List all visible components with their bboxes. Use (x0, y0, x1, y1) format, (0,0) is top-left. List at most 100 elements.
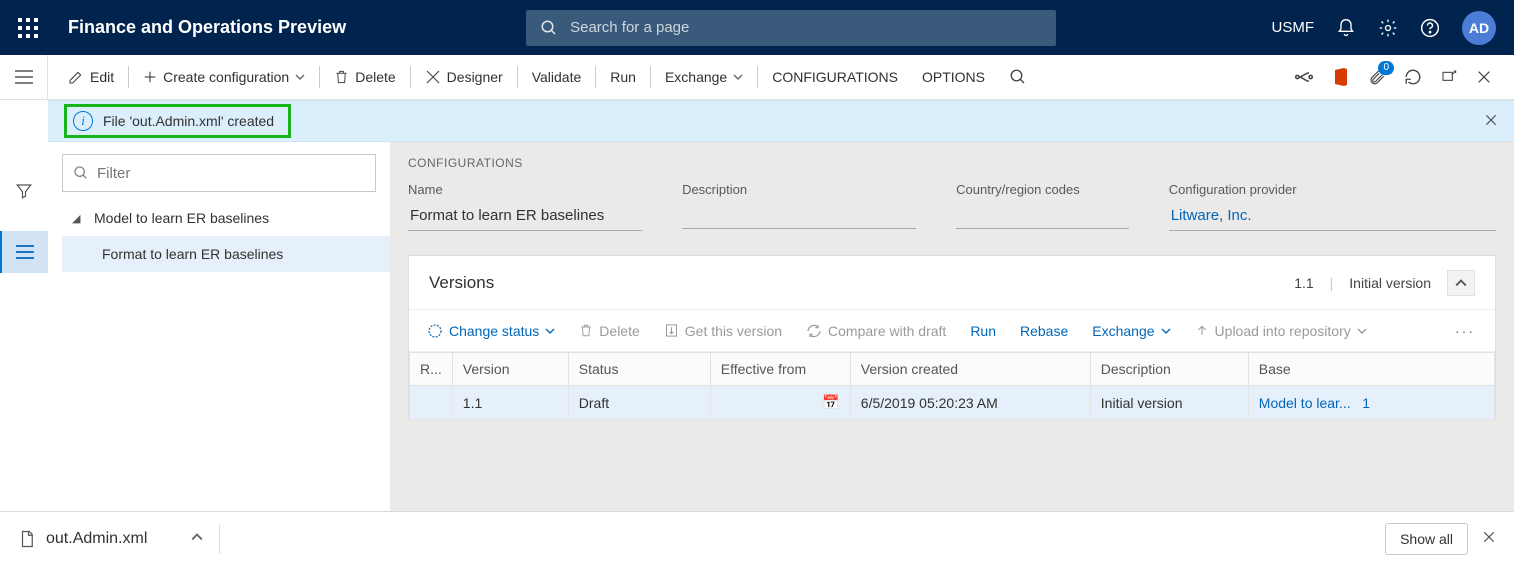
close-icon[interactable] (1476, 69, 1492, 85)
show-all-button[interactable]: Show all (1385, 523, 1468, 555)
list-rail-icon[interactable] (0, 231, 48, 273)
notification-highlight: i File 'out.Admin.xml' created (64, 104, 291, 138)
col-base[interactable]: Base (1248, 353, 1494, 386)
search-icon (540, 19, 558, 37)
change-status-button[interactable]: Change status (417, 323, 565, 339)
app-launcher-icon[interactable] (18, 18, 38, 38)
tree-node-root[interactable]: ◢ Model to learn ER baselines (62, 200, 390, 236)
edit-button[interactable]: Edit (56, 55, 126, 99)
filter-search-icon (73, 165, 89, 181)
table-row[interactable]: 1.1 Draft 📅 6/5/2019 05:20:23 AM Initial… (410, 386, 1495, 420)
run-button[interactable]: Run (598, 55, 648, 99)
content-area: CONFIGURATIONS Name Format to learn ER b… (390, 142, 1514, 512)
create-configuration-button[interactable]: Create configuration (131, 55, 317, 99)
chevron-down-icon (1161, 326, 1171, 336)
connector-icon[interactable] (1294, 71, 1314, 83)
field-country[interactable] (956, 203, 1129, 229)
collapse-button[interactable] (1447, 270, 1475, 296)
section-title: CONFIGURATIONS (408, 156, 1496, 170)
tree-node-child[interactable]: Format to learn ER baselines (62, 236, 390, 272)
tree-node-label: Model to learn ER baselines (94, 210, 269, 226)
gear-icon[interactable] (1378, 18, 1398, 38)
download-file-chip[interactable]: out.Admin.xml (18, 529, 203, 549)
versions-meta-desc: Initial version (1349, 275, 1431, 291)
attachments-badge: 0 (1378, 61, 1394, 75)
filter-rail-icon[interactable] (14, 182, 34, 203)
search-icon (1009, 68, 1027, 86)
filter-input-wrap[interactable] (62, 154, 376, 192)
field-label-country: Country/region codes (956, 182, 1129, 197)
file-icon (18, 529, 36, 549)
attachments-icon[interactable]: 0 (1368, 67, 1386, 87)
action-pane: Edit Create configuration Delete Designe… (0, 55, 1514, 100)
chevron-down-icon (733, 72, 743, 82)
cell-status[interactable]: Draft (568, 386, 710, 420)
cell-effective[interactable]: 📅 (710, 386, 850, 420)
delete-button[interactable]: Delete (322, 55, 407, 99)
chevron-up-icon[interactable] (191, 530, 203, 548)
find-button[interactable] (997, 55, 1045, 99)
field-label-name: Name (408, 182, 642, 197)
cell-version[interactable]: 1.1 (452, 386, 568, 420)
versions-grid: R... Version Status Effective from Versi… (409, 352, 1495, 420)
options-tab[interactable]: OPTIONS (910, 55, 997, 99)
popout-icon[interactable] (1440, 69, 1458, 85)
bell-icon[interactable] (1336, 18, 1356, 38)
col-status[interactable]: Status (568, 353, 710, 386)
notification-close-icon[interactable] (1484, 113, 1498, 130)
help-icon[interactable] (1420, 18, 1440, 38)
configurations-tab[interactable]: CONFIGURATIONS (760, 55, 910, 99)
field-label-provider: Configuration provider (1169, 182, 1496, 197)
designer-button[interactable]: Designer (413, 55, 515, 99)
exchange-menu[interactable]: Exchange (653, 55, 755, 99)
cell-r[interactable] (410, 386, 453, 420)
cell-created[interactable]: 6/5/2019 05:20:23 AM (850, 386, 1090, 420)
tree-node-label: Format to learn ER baselines (102, 246, 283, 262)
col-description[interactable]: Description (1090, 353, 1248, 386)
versions-meta-version: 1.1 (1294, 275, 1313, 291)
upload-button[interactable]: Upload into repository (1185, 323, 1377, 339)
field-provider[interactable]: Litware, Inc. (1169, 203, 1496, 231)
compare-button[interactable]: Compare with draft (796, 323, 956, 339)
notification-bar: i File 'out.Admin.xml' created (48, 100, 1514, 142)
filter-input[interactable] (97, 165, 365, 182)
tree-panel: ◢ Model to learn ER baselines Format to … (48, 142, 390, 512)
versions-title: Versions (429, 273, 494, 293)
global-search[interactable] (526, 10, 1056, 46)
col-created[interactable]: Version created (850, 353, 1090, 386)
rebase-button[interactable]: Rebase (1010, 323, 1078, 339)
version-delete-button[interactable]: Delete (569, 323, 649, 339)
company-picker[interactable]: USMF (1272, 19, 1315, 36)
search-input[interactable] (570, 19, 1042, 36)
left-rail (0, 142, 48, 512)
downloads-close-icon[interactable] (1482, 530, 1496, 547)
user-avatar[interactable]: AD (1462, 11, 1496, 45)
field-name[interactable]: Format to learn ER baselines (408, 203, 642, 231)
caret-down-icon: ◢ (72, 212, 84, 225)
col-r[interactable]: R... (410, 353, 453, 386)
notification-message: File 'out.Admin.xml' created (103, 113, 274, 129)
get-version-button[interactable]: Get this version (654, 323, 792, 339)
info-icon: i (73, 111, 93, 131)
refresh-icon[interactable] (1404, 68, 1422, 86)
col-version[interactable]: Version (452, 353, 568, 386)
col-effective[interactable]: Effective from (710, 353, 850, 386)
calendar-icon[interactable]: 📅 (822, 394, 839, 411)
chevron-down-icon (1357, 326, 1367, 336)
version-run-button[interactable]: Run (960, 323, 1006, 339)
validate-button[interactable]: Validate (520, 55, 594, 99)
office-icon[interactable] (1332, 67, 1350, 87)
version-exchange-menu[interactable]: Exchange (1082, 323, 1180, 339)
field-description[interactable] (682, 203, 916, 229)
versions-card: Versions 1.1 | Initial version Change st… (408, 255, 1496, 420)
more-icon[interactable]: ··· (1443, 323, 1487, 339)
app-header: Finance and Operations Preview USMF AD (0, 0, 1514, 55)
nav-toggle-button[interactable] (0, 55, 48, 99)
field-label-description: Description (682, 182, 916, 197)
download-filename: out.Admin.xml (46, 530, 147, 548)
app-title: Finance and Operations Preview (68, 17, 346, 38)
chevron-down-icon (545, 326, 555, 336)
cell-description[interactable]: Initial version (1090, 386, 1248, 420)
chevron-down-icon (295, 72, 305, 82)
cell-base[interactable]: Model to lear... 1 (1248, 386, 1494, 420)
